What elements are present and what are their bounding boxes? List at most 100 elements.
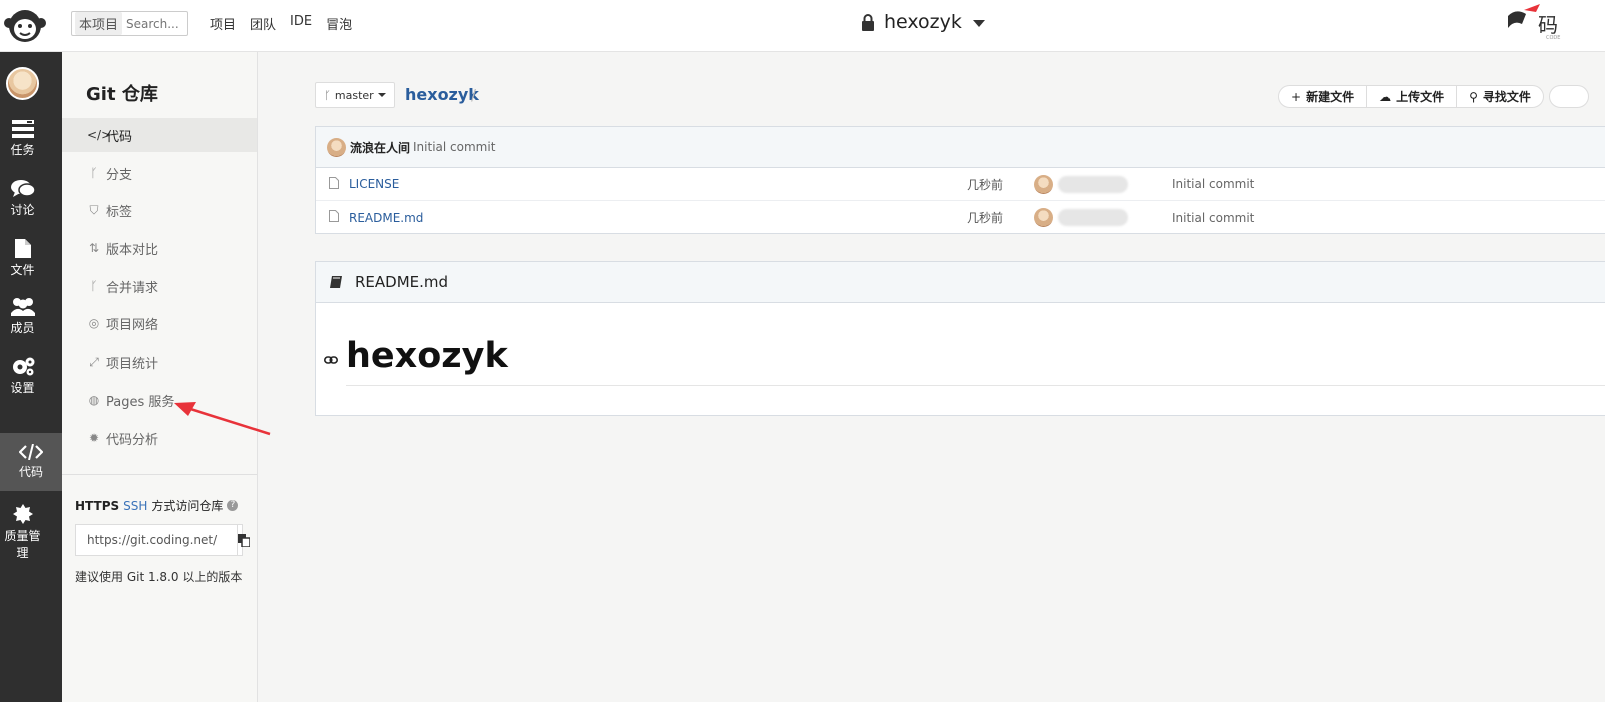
- quality-icon: [12, 504, 33, 524]
- nav-bubble[interactable]: 冒泡: [326, 14, 352, 33]
- rail-item-quality[interactable]: 质量管理: [0, 504, 45, 561]
- clone-url-input[interactable]: [76, 525, 237, 555]
- clone-protocol-row: HTTPS SSH 方式访问仓库 ?: [75, 497, 239, 514]
- sidebar-item-analysis[interactable]: ✹ 代码分析: [62, 421, 257, 455]
- more-actions-button[interactable]: [1549, 85, 1589, 108]
- file-list: 流浪在人间 Initial commit LICENSE 几秒前 Initial…: [315, 126, 1605, 234]
- help-icon[interactable]: ?: [227, 500, 239, 511]
- user-avatar[interactable]: [6, 67, 39, 100]
- members-icon: [10, 298, 35, 316]
- book-icon: [330, 276, 342, 288]
- gear-icon: [12, 357, 34, 376]
- coding-logo-icon[interactable]: [2, 2, 48, 46]
- upload-file-button[interactable]: ☁ 上传文件: [1367, 86, 1458, 107]
- sidebar-item-compare[interactable]: ⇅ 版本对比: [62, 231, 257, 265]
- nav-projects[interactable]: 项目: [210, 14, 236, 33]
- rail-label: 文件: [10, 263, 35, 277]
- project-title: hexozyk: [884, 11, 962, 33]
- commit-message[interactable]: Initial commit: [413, 140, 495, 154]
- sidebar-item-tags[interactable]: ⛉ 标签: [62, 193, 257, 227]
- sidebar-item-stats[interactable]: ⤢ 项目统计: [62, 345, 257, 379]
- sidebar-item-label: 合并请求: [106, 280, 159, 296]
- rail-item-tasks[interactable]: 任务: [0, 120, 45, 158]
- branch-icon: ᚴ: [90, 166, 98, 180]
- analysis-icon: ✹: [88, 431, 100, 445]
- sidebar-title: Git 仓库: [86, 84, 158, 105]
- branch-icon: ᚴ: [324, 88, 331, 102]
- rail-item-discussion[interactable]: 讨论: [0, 180, 45, 218]
- sidebar-item-label: 代码: [106, 129, 133, 145]
- avatar: [1034, 208, 1053, 227]
- sidebar-item-merge-requests[interactable]: ᚴ 合并请求: [62, 269, 257, 303]
- code-icon: [19, 444, 43, 460]
- file-icon: [14, 239, 31, 258]
- avatar: [327, 137, 346, 157]
- ssh-toggle[interactable]: SSH: [123, 499, 147, 513]
- rail-label: 设置: [10, 381, 35, 395]
- latest-commit-header: 流浪在人间 Initial commit: [316, 127, 1605, 168]
- svg-text:CODE: CODE: [1546, 35, 1560, 41]
- sidebar-item-label: 分支: [106, 167, 133, 183]
- file-toolbar: + 新建文件 ☁ 上传文件 ⚲ 寻找文件: [1278, 85, 1544, 108]
- sidebar-item-label: 版本对比: [106, 242, 159, 258]
- link-icon[interactable]: [324, 352, 338, 368]
- file-time: 几秒前: [967, 211, 1004, 225]
- search-scope-label[interactable]: 本项目: [75, 12, 123, 35]
- document-icon: [329, 176, 339, 192]
- copy-button[interactable]: [237, 525, 250, 555]
- file-commit-message[interactable]: Initial commit: [1172, 211, 1254, 225]
- file-name[interactable]: README.md: [349, 211, 423, 225]
- readme-filename: README.md: [355, 273, 449, 291]
- top-nav: 项目 团队 IDE 冒泡: [210, 14, 352, 33]
- chevron-down-icon: [972, 19, 985, 27]
- file-name[interactable]: LICENSE: [349, 177, 399, 191]
- merge-icon: ᚴ: [90, 279, 98, 293]
- main-content: ᚴ master hexozyk / + 新建文件 ☁ 上传文件 ⚲ 寻找文件 …: [258, 52, 1605, 702]
- redacted-author: [1058, 176, 1128, 193]
- rail-label: 讨论: [10, 203, 35, 217]
- plus-icon: +: [1291, 89, 1302, 104]
- rail-item-settings[interactable]: 设置: [0, 356, 45, 396]
- file-time: 几秒前: [967, 177, 1004, 192]
- rail-item-files[interactable]: 文件: [0, 239, 45, 278]
- sidebar-item-label: 代码分析: [106, 432, 159, 448]
- search-input[interactable]: [126, 16, 187, 31]
- branch-selector[interactable]: ᚴ master: [315, 82, 395, 108]
- rail-label: 成员: [10, 321, 35, 335]
- repo-breadcrumb[interactable]: hexozyk: [405, 85, 479, 104]
- upload-file-label: 上传文件: [1396, 90, 1445, 104]
- readme-heading: hexozyk: [346, 336, 508, 376]
- commit-author[interactable]: 流浪在人间: [350, 139, 410, 156]
- globe-icon: ◍: [88, 393, 100, 407]
- chat-icon: [10, 180, 35, 197]
- sidebar-item-code[interactable]: </> 代码: [62, 118, 257, 152]
- copy-icon: [238, 533, 250, 547]
- project-switcher[interactable]: hexozyk: [861, 11, 985, 33]
- tag-icon: ⛉: [89, 202, 99, 217]
- rail-label: 代码: [18, 465, 43, 479]
- document-icon: [329, 210, 339, 225]
- file-commit-message[interactable]: Initial commit: [1172, 177, 1254, 191]
- rail-label: 质量管理: [4, 529, 41, 560]
- sidebar-item-label: 项目网络: [106, 317, 159, 333]
- chevron-down-icon: [377, 93, 386, 97]
- sidebar-item-network[interactable]: ◎ 项目网络: [62, 306, 257, 340]
- sidebar-item-branches[interactable]: ᚴ 分支: [62, 156, 257, 190]
- rail-item-code[interactable]: 代码: [0, 433, 62, 491]
- new-file-button[interactable]: + 新建文件: [1279, 86, 1368, 107]
- divider: [62, 474, 257, 475]
- divider: [346, 385, 1605, 386]
- search-box[interactable]: 本项目: [71, 11, 188, 36]
- find-file-button[interactable]: ⚲ 寻找文件: [1457, 86, 1543, 107]
- brand-logo-icon: 码 CODE: [1508, 4, 1560, 41]
- sidebar-item-label: Pages 服务: [106, 394, 175, 410]
- new-file-label: 新建文件: [1306, 90, 1355, 104]
- network-icon: ◎: [88, 316, 100, 330]
- sidebar-item-pages[interactable]: ◍ Pages 服务: [62, 383, 257, 417]
- nav-ide[interactable]: IDE: [290, 14, 312, 33]
- nav-team[interactable]: 团队: [250, 14, 276, 33]
- search-icon: ⚲: [1469, 89, 1478, 104]
- https-toggle[interactable]: HTTPS: [75, 499, 119, 513]
- rail-item-members[interactable]: 成员: [0, 297, 45, 336]
- branch-name: master: [334, 88, 374, 102]
